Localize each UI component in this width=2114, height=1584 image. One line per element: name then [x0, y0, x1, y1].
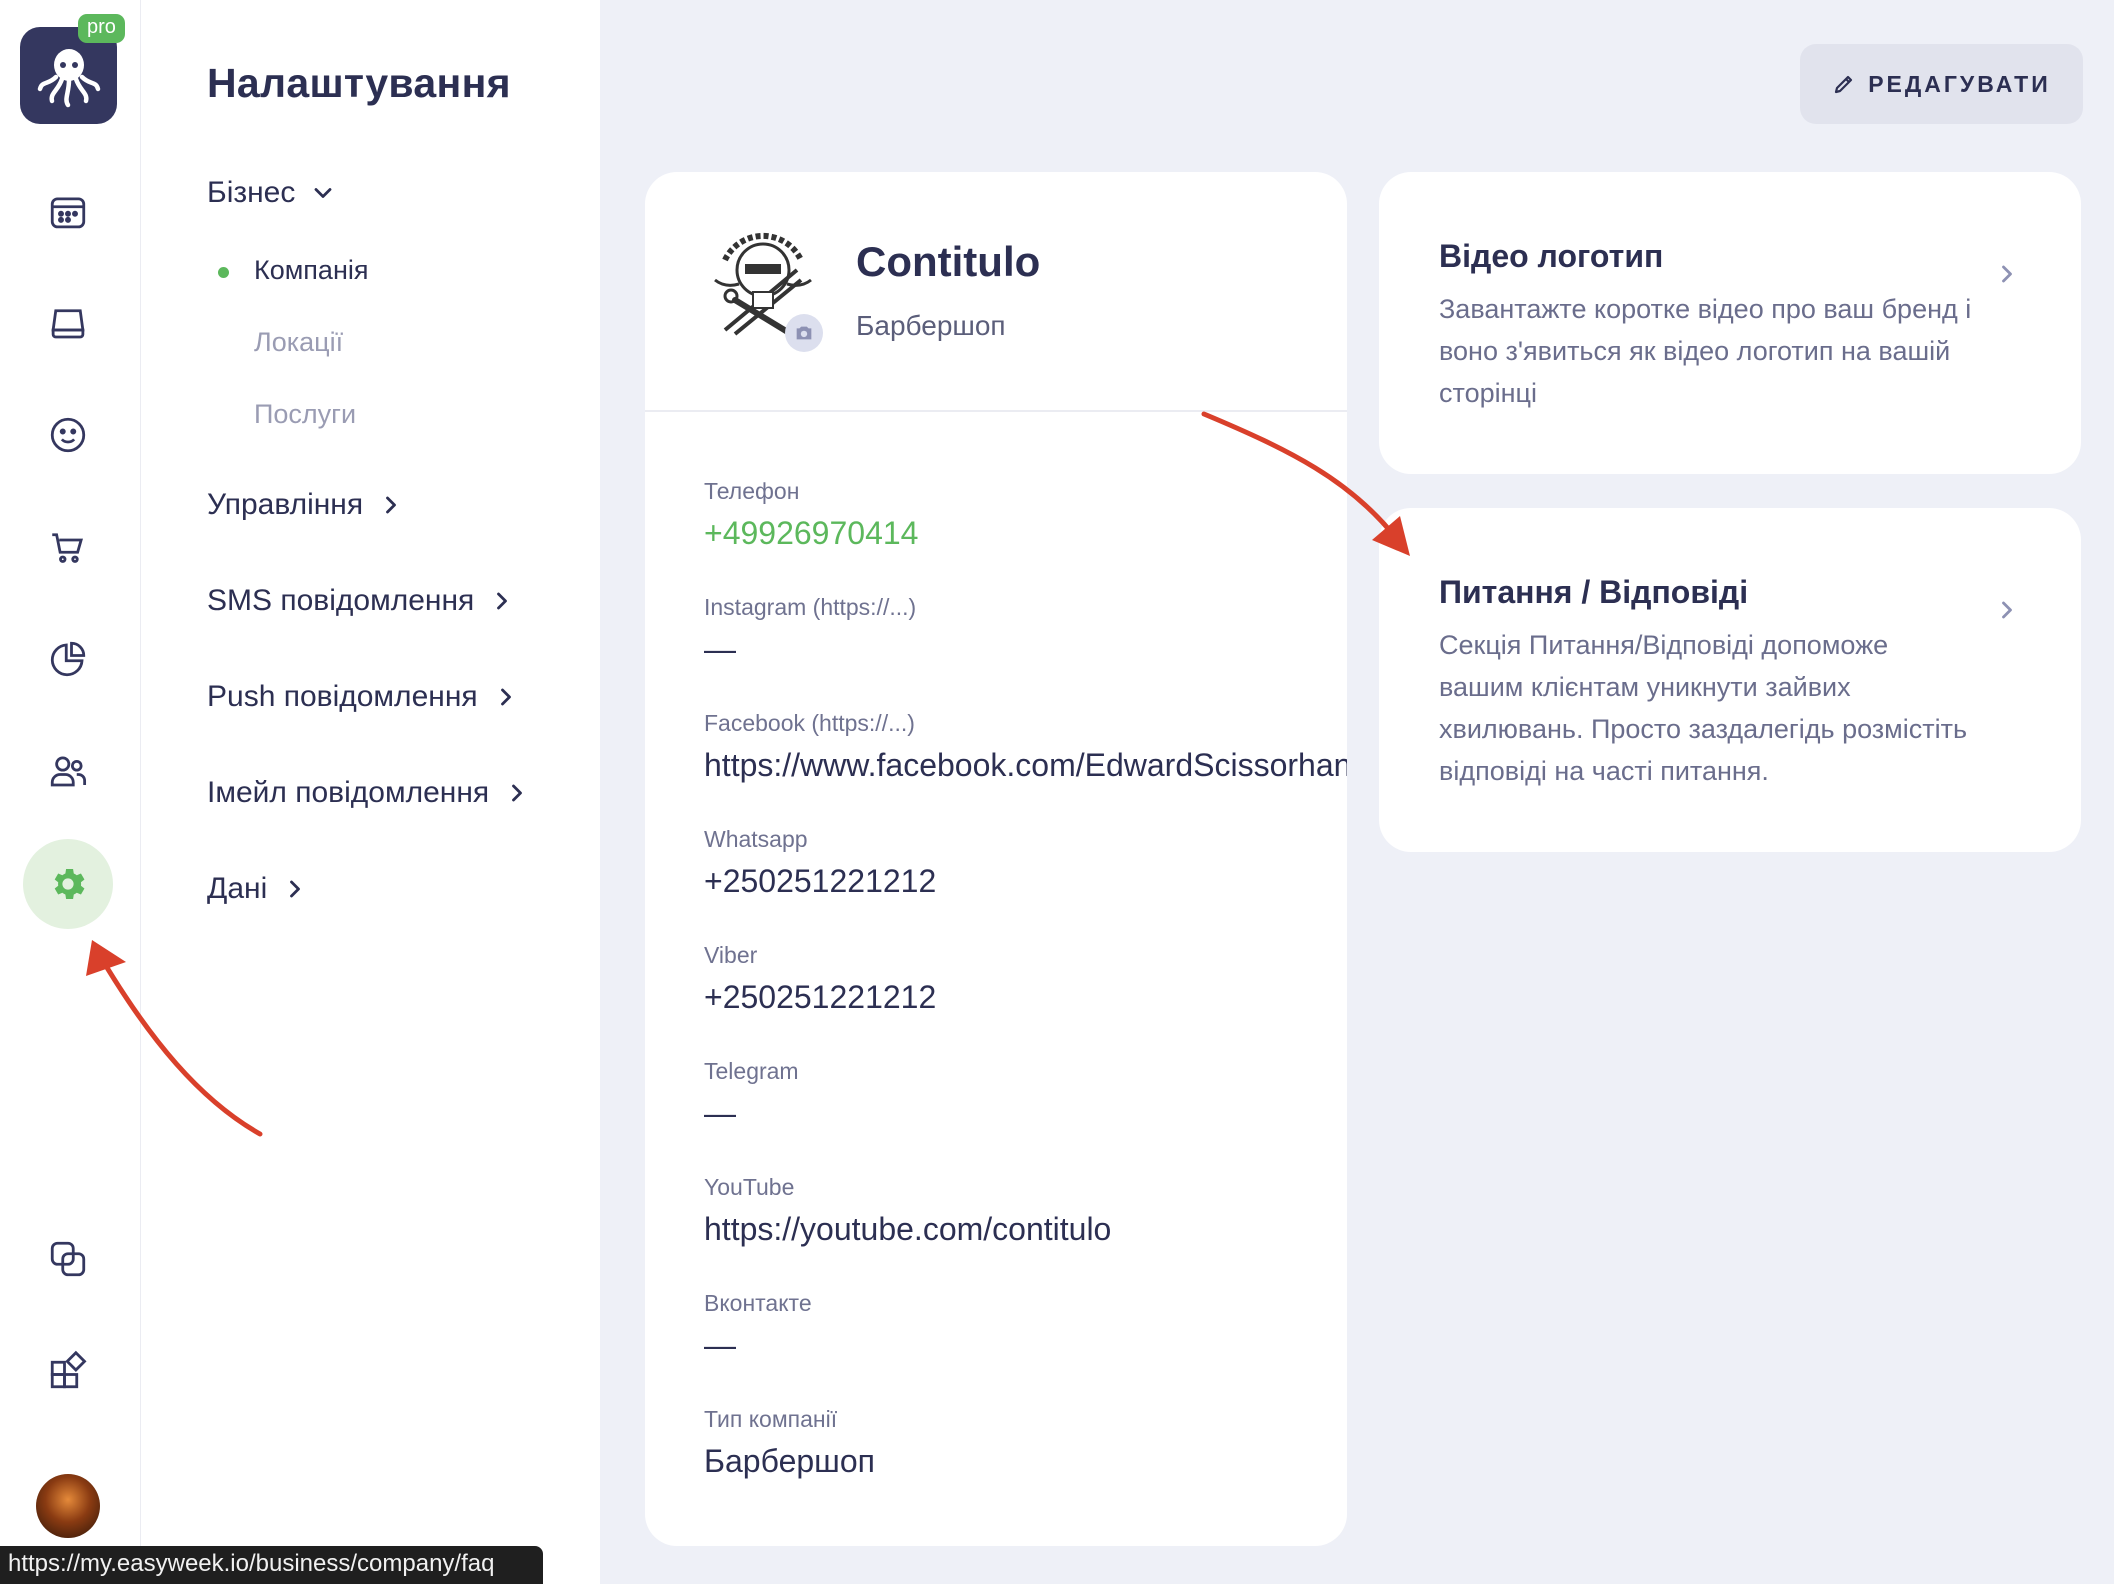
- field-vkontakte: Вконтакте —: [704, 1290, 812, 1364]
- nav-group-label: Бізнес: [207, 176, 296, 209]
- cart-icon[interactable]: [27, 506, 109, 588]
- card-description: Секція Питання/Відповіді допоможе вашим …: [1439, 630, 1968, 786]
- nav-group-label: Управління: [207, 488, 364, 521]
- nav-group-sms[interactable]: SMS повідомлення: [207, 584, 516, 618]
- chevron-right-icon: [500, 688, 511, 706]
- field-instagram: Instagram (https://...) —: [704, 594, 916, 668]
- field-label: Instagram (https://...): [704, 594, 917, 620]
- company-header: Contitulo Барбершоп: [645, 172, 1347, 412]
- field-label: Телефон: [704, 478, 800, 504]
- edit-button[interactable]: РЕДАГУВАТИ: [1800, 44, 2083, 124]
- nav-group-label: Імейл повідомлення: [207, 776, 490, 809]
- nav-group-data[interactable]: Дані: [207, 872, 309, 906]
- field-value: —: [704, 631, 736, 667]
- company-name: Contitulo: [856, 238, 1041, 285]
- nav-group-label: Push повідомлення: [207, 680, 478, 713]
- field-value: https://youtube.com/contitulo: [704, 1211, 1112, 1247]
- active-dot: [218, 267, 229, 278]
- field-value: https://www.facebook.com/EdwardScissorha…: [704, 747, 1347, 783]
- field-label: Whatsapp: [704, 826, 808, 852]
- field-youtube: YouTube https://youtube.com/contitulo: [704, 1174, 1111, 1248]
- phone-value[interactable]: +49926970414: [704, 515, 918, 552]
- video-logo-card[interactable]: Відео логотип Завантажте коротке відео п…: [1379, 172, 2081, 474]
- field-value: Барбершоп: [704, 1443, 875, 1479]
- chevron-right-icon: [512, 784, 523, 802]
- gear-icon[interactable]: [23, 839, 113, 929]
- field-value: +250251221212: [704, 979, 937, 1015]
- field-facebook: Facebook (https://...) https://www.faceb…: [704, 710, 1347, 784]
- card-title: Питання / Відповіді: [1439, 574, 1749, 610]
- field-label: Facebook (https://...): [704, 710, 915, 736]
- nav-group-business[interactable]: Бізнес: [207, 176, 337, 210]
- field-label: Viber: [704, 942, 758, 968]
- chevron-right-icon: [2002, 601, 2012, 619]
- field-value: —: [704, 1095, 736, 1131]
- edit-button-label: РЕДАГУВАТИ: [1868, 70, 2051, 97]
- avatar[interactable]: [36, 1474, 100, 1538]
- nav-item-services[interactable]: Послуги: [254, 399, 356, 430]
- camera-icon[interactable]: [785, 314, 823, 352]
- smile-icon[interactable]: [27, 394, 109, 476]
- field-label: YouTube: [704, 1174, 795, 1200]
- apps-icon[interactable]: [27, 1330, 109, 1412]
- pencil-icon: [1835, 75, 1853, 94]
- nav-group-label: Дані: [207, 872, 268, 905]
- field-value: +250251221212: [704, 863, 937, 899]
- chevron-right-icon: [2002, 265, 2012, 283]
- nav-item-locations[interactable]: Локації: [254, 327, 343, 358]
- copy-icon[interactable]: [27, 1218, 109, 1300]
- nav-group-label: SMS повідомлення: [207, 584, 475, 617]
- faq-card[interactable]: Питання / Відповіді Секція Питання/Відпо…: [1379, 508, 2081, 852]
- chevron-right-icon: [497, 592, 508, 610]
- settings-sidebar: Налаштування Бізнес Компанія Локації Пос…: [141, 0, 600, 1584]
- nav-group-management[interactable]: Управління: [207, 488, 405, 522]
- settings-title: Налаштування: [207, 60, 511, 106]
- field-viber: Viber +250251221212: [704, 942, 936, 1016]
- card-description: Завантажте коротке відео про ваш бренд і…: [1439, 294, 1972, 408]
- pro-badge: pro: [78, 14, 125, 43]
- chevron-down-icon: [314, 188, 332, 198]
- field-value: —: [704, 1327, 736, 1363]
- nav-group-push[interactable]: Push повідомлення: [207, 680, 520, 714]
- inbox-icon[interactable]: [27, 282, 109, 364]
- company-card: Contitulo Барбершоп Телефон +49926970414…: [645, 172, 1347, 1546]
- chevron-right-icon: [290, 880, 301, 898]
- octopus-icon: [37, 48, 100, 107]
- field-whatsapp: Whatsapp +250251221212: [704, 826, 936, 900]
- card-title: Відео логотип: [1439, 238, 1664, 274]
- pie-chart-icon[interactable]: [27, 618, 109, 700]
- field-phone: Телефон +49926970414: [704, 478, 918, 552]
- nav-group-email[interactable]: Імейл повідомлення: [207, 776, 531, 810]
- calendar-icon[interactable]: [27, 171, 109, 253]
- field-label: Вконтакте: [704, 1290, 812, 1316]
- field-label: Telegram: [704, 1058, 799, 1084]
- nav-item-company[interactable]: Компанія: [254, 255, 368, 286]
- status-bar-url: https://my.easyweek.io/business/company/…: [0, 1546, 543, 1584]
- icon-rail: pro: [0, 0, 141, 1584]
- field-telegram: Telegram —: [704, 1058, 799, 1132]
- field-company-type: Тип компанії Барбершоп: [704, 1406, 875, 1480]
- chevron-right-icon: [386, 496, 397, 514]
- users-icon[interactable]: [27, 730, 109, 812]
- field-label: Тип компанії: [704, 1406, 838, 1432]
- company-type: Барбершоп: [856, 310, 1006, 341]
